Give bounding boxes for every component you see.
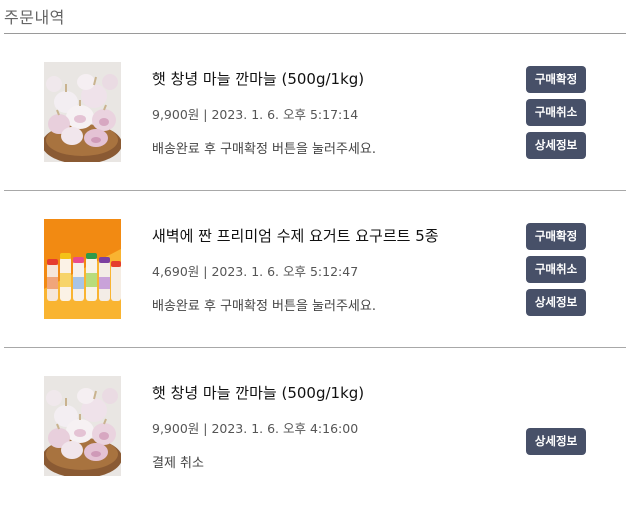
order-actions: 상세정보	[526, 428, 586, 461]
confirm-purchase-button[interactable]: 구매확정	[526, 223, 586, 250]
order-item: 새벽에 짠 프리미엄 수제 요거트 요구르트 5종 4,690원 | 2023.…	[4, 190, 626, 347]
garlic-product-image[interactable]	[44, 376, 121, 476]
order-price-date: 9,900원 | 2023. 1. 6. 오후 5:17:14	[152, 107, 359, 122]
order-status: 배송완료 후 구매확정 버튼을 눌러주세요.	[152, 142, 376, 157]
cancel-purchase-button[interactable]: 구매취소	[526, 256, 586, 283]
details-button[interactable]: 상세정보	[526, 132, 586, 159]
order-info: 햇 창녕 마늘 깐마늘 (500g/1kg) 9,900원 | 2023. 1.…	[152, 382, 364, 471]
order-item: 햇 창녕 마늘 깐마늘 (500g/1kg) 9,900원 | 2023. 1.…	[4, 347, 626, 504]
details-button[interactable]: 상세정보	[526, 428, 586, 455]
order-actions: 구매확정 구매취소 상세정보	[526, 223, 586, 322]
order-list: 햇 창녕 마늘 깐마늘 (500g/1kg) 9,900원 | 2023. 1.…	[0, 34, 629, 504]
product-name[interactable]: 햇 창녕 마늘 깐마늘 (500g/1kg)	[152, 382, 364, 403]
yogurt-product-image[interactable]	[44, 219, 121, 319]
order-info: 햇 창녕 마늘 깐마늘 (500g/1kg) 9,900원 | 2023. 1.…	[152, 68, 376, 157]
garlic-product-image[interactable]	[44, 62, 121, 162]
product-name[interactable]: 햇 창녕 마늘 깐마늘 (500g/1kg)	[152, 68, 376, 89]
order-status: 배송완료 후 구매확정 버튼을 눌러주세요.	[152, 299, 376, 314]
details-button[interactable]: 상세정보	[526, 289, 586, 316]
confirm-purchase-button[interactable]: 구매확정	[526, 66, 586, 93]
order-status: 결제 취소	[152, 456, 204, 471]
cancel-purchase-button[interactable]: 구매취소	[526, 99, 586, 126]
order-price-date: 4,690원 | 2023. 1. 6. 오후 5:12:47	[152, 264, 359, 279]
page-title: 주문내역	[4, 8, 65, 27]
order-price-date: 9,900원 | 2023. 1. 6. 오후 4:16:00	[152, 421, 359, 436]
order-info: 새벽에 짠 프리미엄 수제 요거트 요구르트 5종 4,690원 | 2023.…	[152, 225, 439, 314]
order-item: 햇 창녕 마늘 깐마늘 (500g/1kg) 9,900원 | 2023. 1.…	[0, 34, 629, 190]
order-actions: 구매확정 구매취소 상세정보	[526, 66, 586, 165]
product-name[interactable]: 새벽에 짠 프리미엄 수제 요거트 요구르트 5종	[152, 225, 439, 246]
